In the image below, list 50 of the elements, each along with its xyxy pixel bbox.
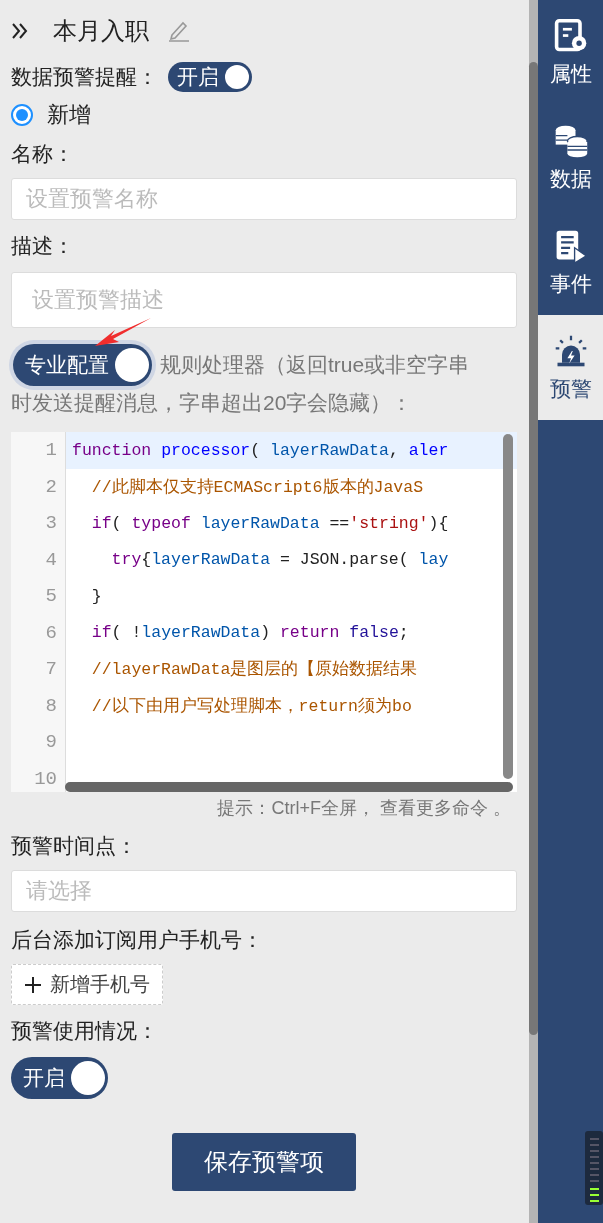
code-line: try{layerRawData = JSON.parse( lay: [110, 550, 449, 570]
scrollbar[interactable]: [65, 782, 513, 792]
level-meter-icon: [585, 1131, 603, 1205]
scrollbar[interactable]: [529, 0, 538, 1223]
field-label: 后台添加订阅用户手机号：: [11, 927, 264, 953]
line-number: 9: [44, 730, 58, 756]
code-line: if( !layerRawData) return false;: [90, 623, 409, 643]
sidebar-tab[interactable]: 属性: [538, 0, 603, 105]
alert-toggle[interactable]: 开启: [168, 62, 252, 92]
add-phone-button[interactable]: 新增手机号: [11, 964, 163, 1005]
line-number: 7: [44, 657, 58, 683]
code-line: //layerRawData是图层的【原始数据结果: [90, 659, 418, 681]
usage-toggle[interactable]: 开启: [11, 1057, 108, 1099]
sidebar-tab[interactable]: 事件: [538, 210, 603, 315]
line-number: 8: [44, 693, 58, 719]
time-select[interactable]: 请选择: [11, 870, 517, 912]
rule-description: 时发送提醒消息，字串超出20字会隐藏）：: [11, 391, 413, 414]
line-number: 5: [44, 584, 58, 610]
radio-button[interactable]: [11, 104, 33, 126]
line-number: 6: [44, 620, 58, 646]
code-line: //此脚本仅支持ECMAScript6版本的JavaS: [90, 476, 424, 498]
scrollbar[interactable]: [503, 434, 513, 779]
page-title: 本月入职: [53, 16, 149, 46]
hint-text: 提示：Ctrl+F全屏， 查看更多命令 。: [216, 797, 512, 820]
sidebar-tab[interactable]: 预警: [538, 315, 603, 420]
line-number: 10: [33, 766, 58, 792]
pencil-icon[interactable]: [167, 20, 191, 42]
save-button[interactable]: 保存预警项: [172, 1133, 356, 1191]
rule-description: 规则处理器（返回true或非空字串: [160, 352, 470, 378]
code-line: //以下由用户写处理脚本，return须为bo: [90, 695, 412, 717]
line-number: 3: [44, 511, 58, 537]
code-editor[interactable]: [11, 432, 517, 792]
form-settings-icon: [552, 17, 589, 54]
expand-icon[interactable]: [11, 22, 29, 40]
code-line: }: [90, 586, 102, 606]
code-line: if( typeof layerRawData =='string'){: [90, 513, 449, 533]
description-field[interactable]: 设置预警描述: [11, 272, 517, 328]
field-label: 描述：: [11, 233, 75, 259]
plus-icon: [24, 975, 42, 994]
field-label: 名称：: [11, 141, 75, 167]
field-label: 预警时间点：: [11, 833, 138, 859]
line-number: 4: [44, 547, 58, 573]
sidebar-tab[interactable]: 数据: [538, 105, 603, 210]
line-number: 1: [44, 438, 58, 464]
radio-label: 新增: [47, 101, 91, 129]
field-label: 预警使用情况：: [11, 1018, 159, 1044]
line-number: 2: [44, 474, 58, 500]
field-label: 数据预警提醒：: [11, 64, 158, 90]
code-line: function processor( layerRawData, aler: [72, 440, 449, 460]
name-field[interactable]: 设置预警名称: [11, 178, 517, 220]
